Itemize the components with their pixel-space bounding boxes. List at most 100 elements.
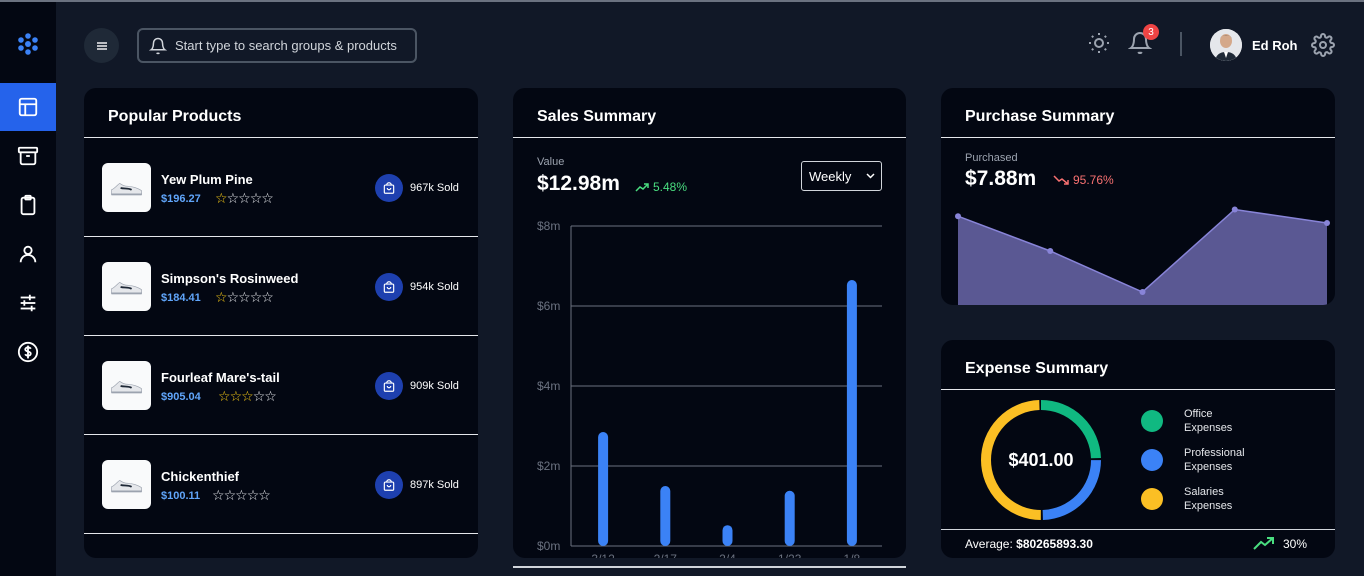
user-name: Ed Roh [1252,38,1298,53]
layout-icon [18,97,38,117]
notification-badge: 3 [1143,24,1159,40]
window-top-border [0,0,1364,2]
sidebar-item-products[interactable] [0,181,56,229]
value-label: Value [537,156,565,168]
expense-summary-card: Expense Summary $401.00 Office Expenses P… [941,340,1335,558]
title-divider [941,389,1335,390]
x-tick-label: 3/12 [591,552,615,558]
search-bar[interactable] [137,28,417,63]
logo-icon [18,33,38,55]
popular-products-card: Popular Products Yew Plum Pine $196.27 ☆☆☆… [84,88,478,558]
period-select[interactable]: Weekly [801,161,882,191]
legend-dot [1141,488,1163,510]
units-sold: 897k Sold [410,479,459,491]
shopping-bag-icon [375,273,403,301]
sidebar-item-users[interactable] [0,230,56,278]
star-icon: ☆ [261,190,274,206]
trending-up-icon [635,183,649,192]
product-row[interactable]: Simpson's Rosinweed $184.41 ☆☆☆☆☆ 954k Sold [84,237,478,336]
product-row[interactable]: Chickenthief $100.11 ☆☆☆☆☆ 897k Sold [84,435,478,534]
legend-dot [1141,449,1163,471]
legend-label: Salaries Expenses [1184,486,1233,512]
y-tick-label: $0m [537,539,560,553]
star-icon: ☆ [226,190,240,206]
average-label: Average: [965,537,1013,551]
sliders-icon [20,294,36,312]
average-summary: Average: $80265893.30 [965,537,1093,551]
star-icon: ☆ [249,289,263,305]
units-sold: 909k Sold [410,380,459,392]
gear-icon[interactable] [1311,33,1335,57]
bar [846,280,857,546]
legend-dot [1141,410,1163,432]
y-tick-label: $6m [537,299,560,313]
card-title: Sales Summary [537,108,657,125]
sidebar-item-settings[interactable] [0,279,56,327]
sales-change: 5.48% [635,180,687,194]
x-tick-label: 1/23 [778,552,802,558]
sidebar-item-dashboard[interactable] [0,83,56,131]
units-sold: 967k Sold [410,182,459,194]
purchased-label: Purchased [965,152,1018,164]
trending-up-icon [1253,537,1274,550]
footer-divider [941,529,1335,530]
title-divider [513,137,906,138]
star-icon: ☆ [264,388,277,404]
average-value: $80265893.30 [1016,537,1093,551]
sales-change-value: 5.48% [653,180,688,194]
card-title: Expense Summary [965,360,1109,377]
shopping-bag-icon [375,174,403,202]
avatar-image [1210,29,1242,61]
sales-card-bottom-rule [513,566,906,568]
star-icon: ☆ [241,388,254,404]
data-point [1139,289,1146,295]
dollar-circle-icon [17,341,39,363]
sales-bar-chart: $0m $2m $4m $6m $8m 3/12 2/17 2/4 1/23 1/8 [537,219,882,558]
product-price: $184.41 [161,292,201,304]
purchase-change: 95.76% [1053,173,1114,187]
y-tick-label: $8m [537,219,560,233]
sidebar-item-expenses[interactable] [0,328,56,376]
bar [660,486,671,546]
star-icon: ☆ [223,487,237,503]
legend-label: Professional Expenses [1184,447,1245,473]
search-input[interactable] [175,38,405,53]
header-divider [1180,32,1182,56]
product-price: $196.27 [161,193,201,205]
sales-value: $12.98m [537,172,620,195]
archive-icon [17,146,39,166]
expense-total: $401.00 [1008,450,1074,470]
legend-label: Office Expenses [1184,408,1233,434]
purchase-summary-card: Purchase Summary Purchased $7.88m 95.76% [941,88,1335,305]
product-row[interactable]: Yew Plum Pine $196.27 ☆☆☆☆☆ 967k Sold [84,138,478,237]
product-image [102,163,151,212]
menu-toggle-button[interactable] [84,28,119,63]
star-icon: ☆ [261,289,274,305]
avatar[interactable] [1210,29,1242,61]
star-icon: ☆ [238,190,251,206]
sales-summary-card: Sales Summary Value $12.98m 5.48% Weekly… [513,88,906,558]
star-icon: ☆ [226,289,240,305]
product-name: Fourleaf Mare's-tail [161,370,280,385]
product-rating: ☆☆☆☆☆ [215,289,274,306]
x-tick-label: 2/4 [719,552,736,558]
product-image [102,361,151,410]
bell-search-icon [149,37,167,54]
card-title: Popular Products [108,108,242,125]
shopping-bag-icon [375,372,403,400]
y-tick-label: $4m [537,379,560,393]
card-title: Purchase Summary [965,108,1115,125]
bar [722,525,733,546]
star-icon: ☆ [246,487,260,503]
product-rating: ☆☆☆☆☆ [212,487,271,504]
sidebar-item-inventory[interactable] [0,132,56,180]
sun-icon[interactable] [1087,31,1111,55]
y-tick-label: $2m [537,459,560,473]
product-name: Yew Plum Pine [161,172,253,187]
product-price: $100.11 [161,490,201,502]
data-point [1231,206,1238,213]
product-rating: ☆☆☆☆☆ [218,388,277,405]
bar [784,490,795,546]
product-row[interactable]: Fourleaf Mare's-tail $905.04 ☆☆☆☆☆ 909k Sol… [84,336,478,435]
star-icon: ☆ [229,388,243,404]
